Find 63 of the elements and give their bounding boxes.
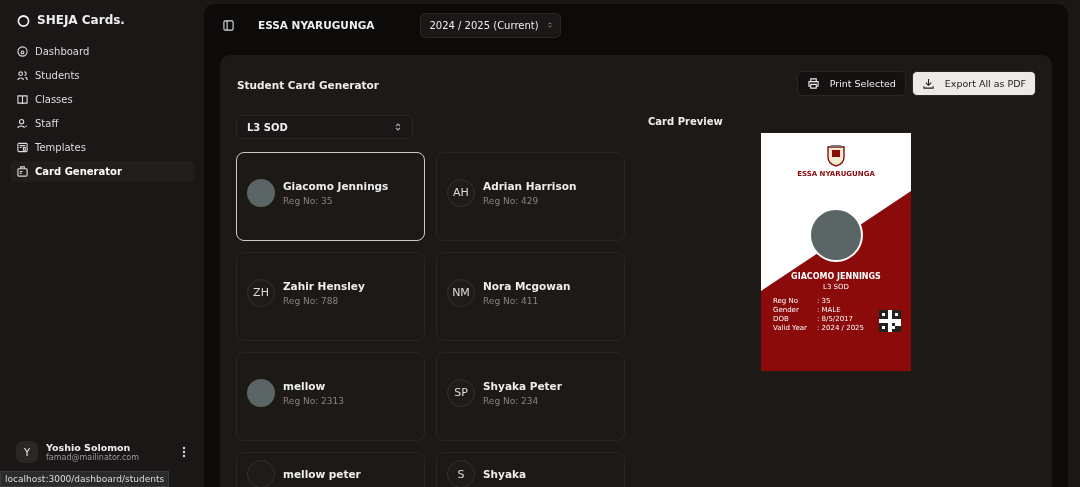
year-select[interactable]: 2024 / 2025 (Current) [420,12,562,38]
student-name: Shyaka Peter [483,379,562,392]
export-button[interactable]: Export All as PDF [911,71,1036,96]
sidebar-toggle-icon[interactable] [223,19,234,31]
student-card[interactable]: mellow peter [236,452,425,487]
student-name: Zahir Hensley [283,279,365,292]
card-student-name: GIACOMO JENNINGS [791,272,881,281]
user-avatar: Y [16,441,38,463]
users-icon [17,70,28,81]
student-name: Giacomo Jennings [283,179,389,192]
student-card[interactable]: ZH Zahir Hensley Reg No: 788 [236,252,425,341]
student-name: Adrian Harrison [483,179,577,192]
brand-name: SHEJA Cards. [37,13,125,27]
user-email: famad@mailinator.com [46,453,141,462]
school-name: ESSA NYARUGUNGA [258,19,375,31]
book-icon [17,94,28,105]
card-icon [17,166,28,177]
initials-avatar: S [447,460,475,487]
status-url: localhost:3000/dashboard/students [0,471,170,487]
sidebar-item[interactable]: Classes [10,89,194,110]
sidebar-item[interactable]: Dashboard [10,41,194,62]
download-icon [922,78,934,89]
photo-placeholder [247,178,275,207]
user-name: Yoshio Solomon [46,442,132,453]
initials-avatar: AH [447,178,475,207]
circle-logo-icon [17,13,30,27]
user-icon [17,118,28,129]
dashboard-icon [17,46,28,57]
student-card[interactable]: AH Adrian Harrison Reg No: 429 [436,152,625,241]
chevrons-icon [546,20,553,30]
reg-number: Reg No: 2313 [283,395,344,406]
student-card[interactable]: S Shyaka [436,452,625,487]
reg-number: Reg No: 411 [483,295,540,306]
student-name: Shyaka [483,468,527,480]
student-name: mellow [283,379,327,392]
sidebar-item[interactable]: Students [10,65,194,86]
print-button[interactable]: Print Selected [796,71,906,96]
class-select[interactable]: L3 SOD [236,115,413,139]
crest-icon [826,143,846,167]
initials-avatar: NM [447,278,475,307]
sidebar-item[interactable]: Templates [10,137,194,158]
sidebar-item[interactable]: Staff [10,113,194,134]
initials-avatar: ZH [247,278,275,307]
sidebar-item[interactable]: Card Generator [10,161,194,182]
qr-code-icon [879,310,901,332]
template-icon [17,142,28,153]
student-card[interactable]: mellow Reg No: 2313 [236,352,425,441]
reg-number: Reg No: 35 [283,195,334,206]
more-menu-icon[interactable] [182,446,186,458]
photo-placeholder [247,378,275,407]
preview-title: Card Preview [648,116,723,127]
printer-icon [807,78,819,89]
student-card[interactable]: NM Nora Mcgowan Reg No: 411 [436,252,625,341]
student-card[interactable]: Giacomo Jennings Reg No: 35 [236,152,425,241]
reg-number: Reg No: 788 [283,295,340,306]
student-card[interactable]: SP Shyaka Peter Reg No: 234 [436,352,625,441]
panel-title: Student Card Generator [237,79,380,91]
reg-number: Reg No: 429 [483,195,540,206]
student-name: Nora Mcgowan [483,279,571,292]
initials-avatar: SP [447,378,475,407]
student-name: mellow peter [283,468,361,480]
reg-number: Reg No: 234 [483,395,540,406]
chevrons-icon [394,122,402,132]
